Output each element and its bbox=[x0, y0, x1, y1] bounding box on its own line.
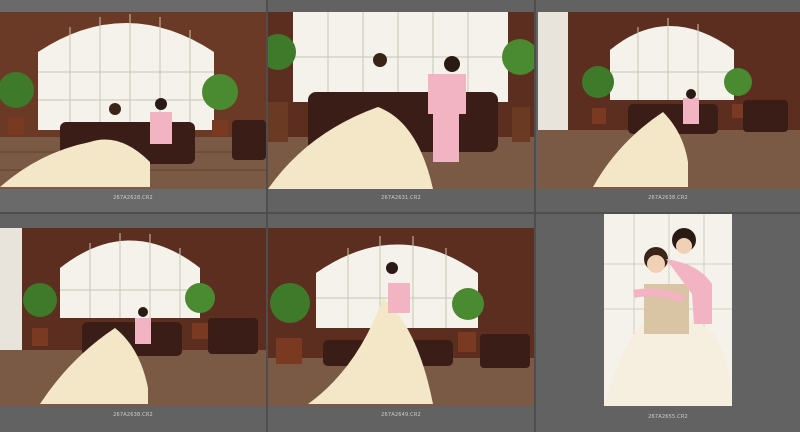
thumbnail-cell-2[interactable]: 267A2631.CR2 bbox=[268, 0, 536, 214]
filename-label: 267A2649.CR2 bbox=[381, 412, 421, 418]
filename-label: 267A2631.CR2 bbox=[381, 195, 421, 201]
photo-thumbnail[interactable] bbox=[0, 12, 266, 189]
photo-image bbox=[538, 12, 800, 189]
thumbnail-grid: 267A2628.CR2 267A2631.CR2 267A2638.CR2 2… bbox=[0, 0, 800, 432]
thumbnail-cell-4[interactable]: 267A2638.CR2 bbox=[0, 214, 268, 432]
filename-label: 267A2638.CR2 bbox=[648, 195, 688, 201]
photo-image bbox=[0, 12, 266, 189]
photo-thumbnail[interactable] bbox=[604, 214, 732, 406]
photo-image bbox=[604, 214, 732, 406]
photo-image bbox=[268, 12, 534, 189]
thumbnail-cell-5[interactable]: 267A2649.CR2 bbox=[268, 214, 536, 432]
photo-thumbnail[interactable] bbox=[0, 228, 266, 406]
filename-label: 267A2638.CR2 bbox=[113, 412, 153, 418]
filename-label: 267A2655.CR2 bbox=[648, 414, 688, 420]
photo-thumbnail[interactable] bbox=[268, 12, 534, 189]
filename-label: 267A2628.CR2 bbox=[113, 195, 153, 201]
photo-image bbox=[0, 228, 266, 406]
thumbnail-cell-6[interactable]: 267A2655.CR2 bbox=[536, 214, 800, 432]
thumbnail-cell-3[interactable]: 267A2638.CR2 bbox=[536, 0, 800, 214]
photo-thumbnail[interactable] bbox=[268, 228, 534, 406]
photo-image bbox=[268, 228, 534, 406]
thumbnail-cell-1[interactable]: 267A2628.CR2 bbox=[0, 0, 268, 214]
photo-thumbnail[interactable] bbox=[538, 12, 800, 189]
